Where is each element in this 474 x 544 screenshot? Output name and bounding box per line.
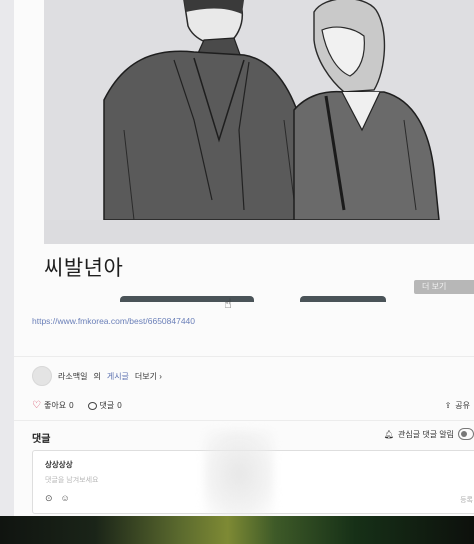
avatar[interactable]: [32, 366, 52, 386]
blurred-overlay: [204, 430, 274, 516]
emoji-icon[interactable]: ☺: [61, 493, 70, 504]
like-count: 0: [69, 401, 74, 410]
couple-illustration: [44, 0, 474, 244]
divider: [14, 420, 474, 421]
comment-count-button[interactable]: 댓글 0: [87, 400, 122, 411]
share-button[interactable]: ⇪ 공유: [445, 400, 470, 411]
tab-bar-right[interactable]: [300, 296, 386, 302]
comment-label: 댓글: [99, 401, 115, 410]
post-page: 씨발년아 더 보기 ☝ https://www.fmkorea.com/best…: [14, 0, 474, 516]
commenter-name: 상상상상: [45, 460, 73, 469]
toggle-switch[interactable]: [458, 428, 474, 440]
speech-bubble-icon: [87, 401, 97, 410]
heart-icon: ♡: [32, 399, 41, 411]
post-title: 씨발년아: [44, 256, 124, 280]
like-label: 좋아요: [43, 401, 67, 410]
author-name[interactable]: 라소맥일: [58, 371, 87, 382]
comment-input[interactable]: 댓글을 남겨보세요: [45, 475, 98, 485]
video-bottom-bar: [0, 516, 474, 544]
share-icon: ⇪: [444, 401, 452, 410]
more-button[interactable]: 더 보기: [414, 280, 474, 294]
author-posts-link[interactable]: 게시글: [107, 371, 129, 382]
author-more-link[interactable]: 더보기 ›: [135, 371, 162, 382]
camera-icon[interactable]: ⊙: [45, 493, 53, 504]
author-row[interactable]: 라소맥일 의 게시글 더보기 ›: [32, 366, 162, 386]
notify-label: 관심글 댓글 알림: [398, 429, 454, 439]
hand-cursor-icon: ☝: [224, 296, 232, 311]
source-link[interactable]: https://www.fmkorea.com/best/6650847440: [32, 316, 195, 326]
bell-icon: 🔔︎: [383, 429, 395, 439]
divider: [14, 356, 474, 357]
author-suffix: 의: [93, 371, 101, 381]
reaction-row: ♡ 좋아요 0 댓글 0: [32, 400, 122, 411]
share-label: 공유: [455, 401, 470, 410]
comments-heading: 댓글: [32, 434, 51, 445]
comment-count: 0: [117, 401, 122, 410]
comment-notify-toggle[interactable]: 🔔︎ 관심글 댓글 알림: [384, 428, 474, 440]
post-image: [44, 0, 474, 244]
comment-submit-button[interactable]: 등록: [460, 495, 473, 505]
comment-tools: ⊙ ☺: [45, 493, 70, 504]
like-button[interactable]: ♡ 좋아요 0: [32, 400, 74, 411]
